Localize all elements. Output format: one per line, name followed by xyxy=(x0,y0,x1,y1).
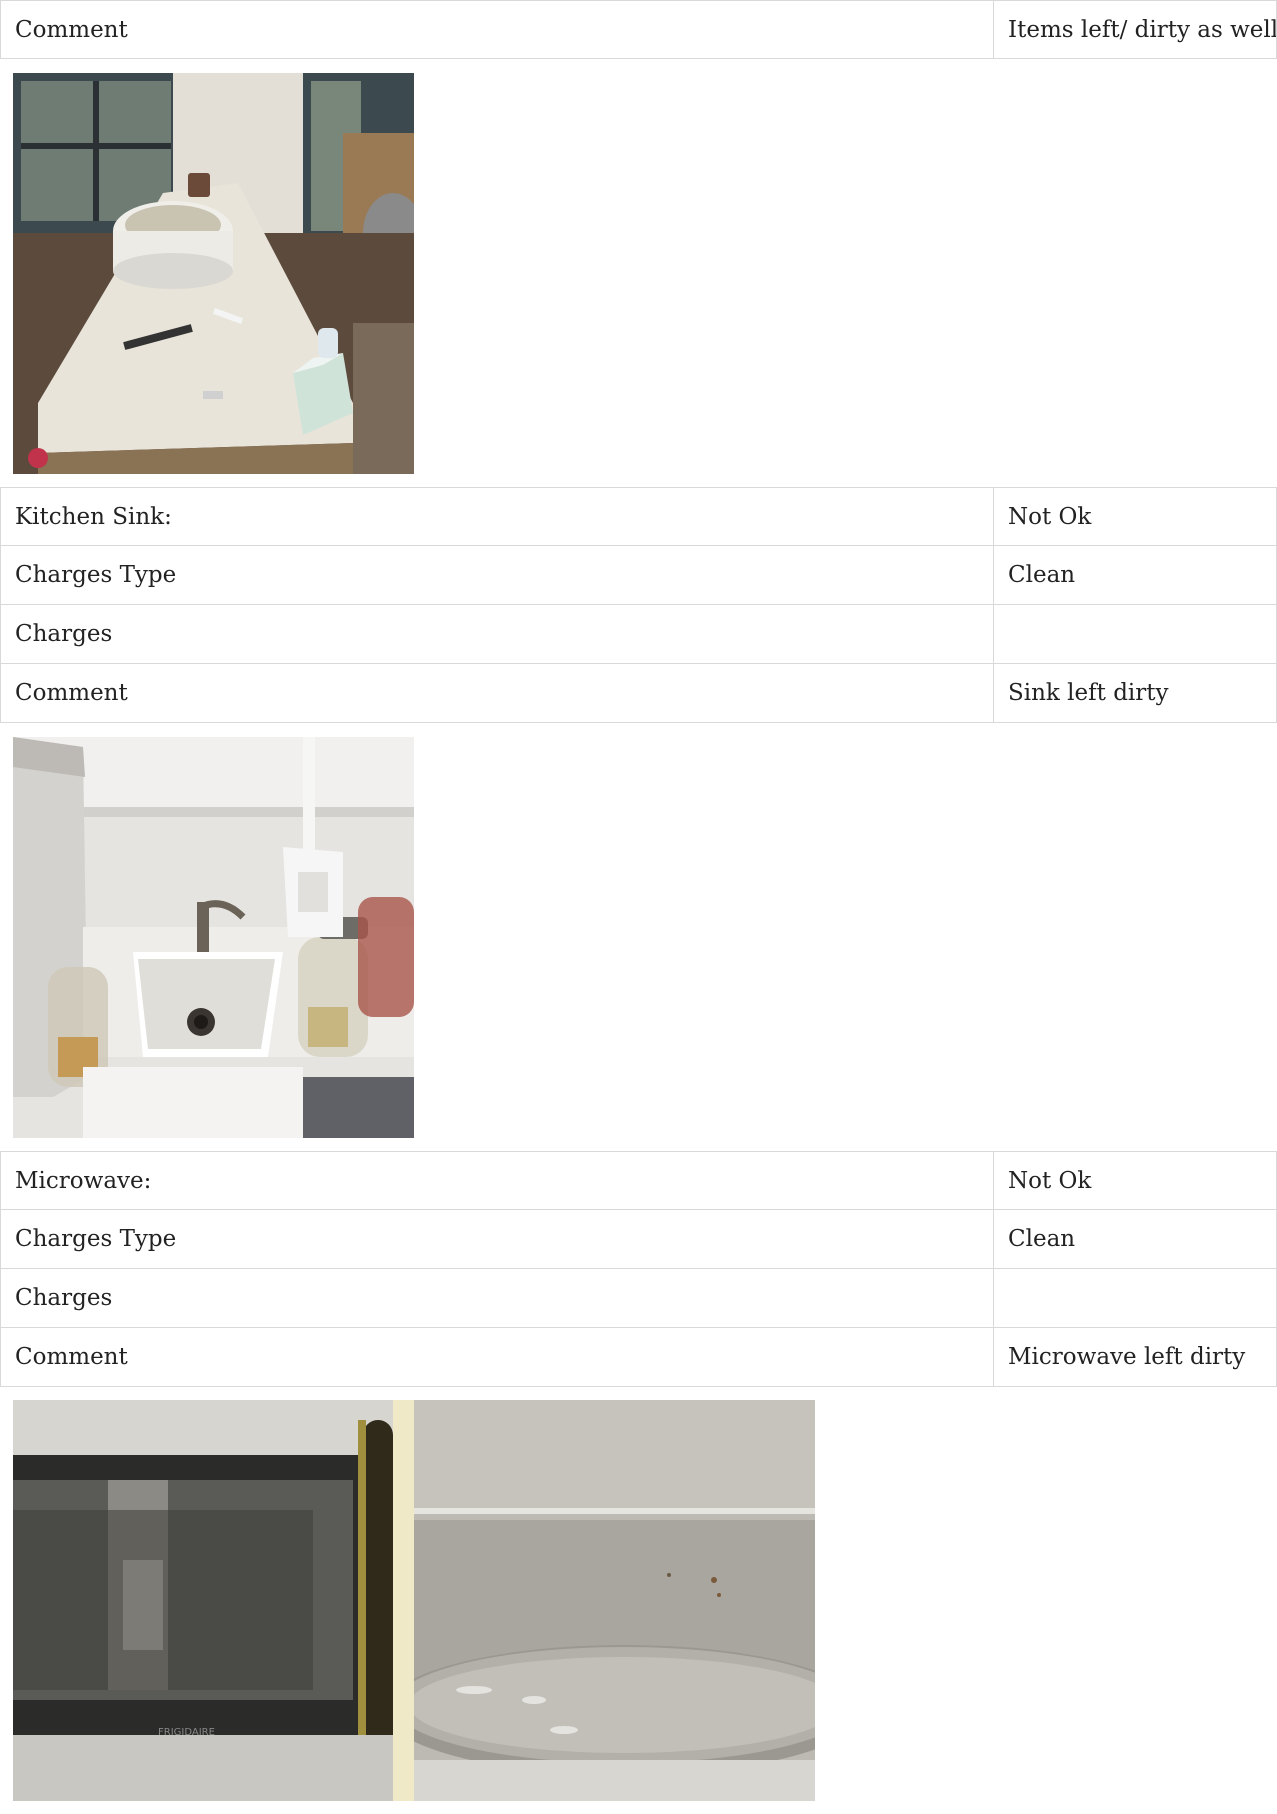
row-label: Charges Type xyxy=(1,1210,994,1268)
table-row: Comment Sink left dirty xyxy=(0,664,1277,723)
table-row: Charges Type Clean xyxy=(0,546,1277,605)
row-value: Not Ok xyxy=(1008,1167,1092,1194)
table-row: Comment Microwave left dirty xyxy=(0,1328,1277,1387)
kitchen-counter-photo[interactable] xyxy=(13,73,414,474)
row-value xyxy=(994,605,1276,663)
row-value: Items left/ dirty as well xyxy=(1008,16,1276,43)
row-value xyxy=(994,1269,1276,1327)
table-row: Charges xyxy=(0,605,1277,664)
table-row: Charges Type Clean xyxy=(0,1210,1277,1269)
row-value: Microwave left dirty xyxy=(1008,1344,1246,1370)
row-value: Clean xyxy=(1008,1226,1076,1252)
table-row: Charges xyxy=(0,1269,1277,1328)
microwave-door-photo[interactable]: FRIGIDAIRE xyxy=(13,1400,414,1801)
row-value: Clean xyxy=(1008,562,1076,588)
row-label: Charges xyxy=(1,605,994,663)
row-label: Comment xyxy=(1,1,994,58)
brand-label: FRIGIDAIRE xyxy=(158,1727,215,1738)
row-label: Comment xyxy=(1,664,994,722)
row-value: Sink left dirty xyxy=(1008,680,1169,706)
row-label: Microwave: xyxy=(1,1152,994,1209)
kitchen-sink-photo[interactable] xyxy=(13,737,414,1138)
row-value: Not Ok xyxy=(1008,503,1092,530)
row-label: Comment xyxy=(1,1328,994,1386)
row-label: Charges xyxy=(1,1269,994,1327)
table-row: Microwave: Not Ok xyxy=(0,1151,1277,1210)
microwave-interior-photo[interactable] xyxy=(414,1400,815,1801)
table-row: Comment Items left/ dirty as well xyxy=(0,0,1277,59)
table-row: Kitchen Sink: Not Ok xyxy=(0,487,1277,546)
row-label: Charges Type xyxy=(1,546,994,604)
row-label: Kitchen Sink: xyxy=(1,488,994,545)
